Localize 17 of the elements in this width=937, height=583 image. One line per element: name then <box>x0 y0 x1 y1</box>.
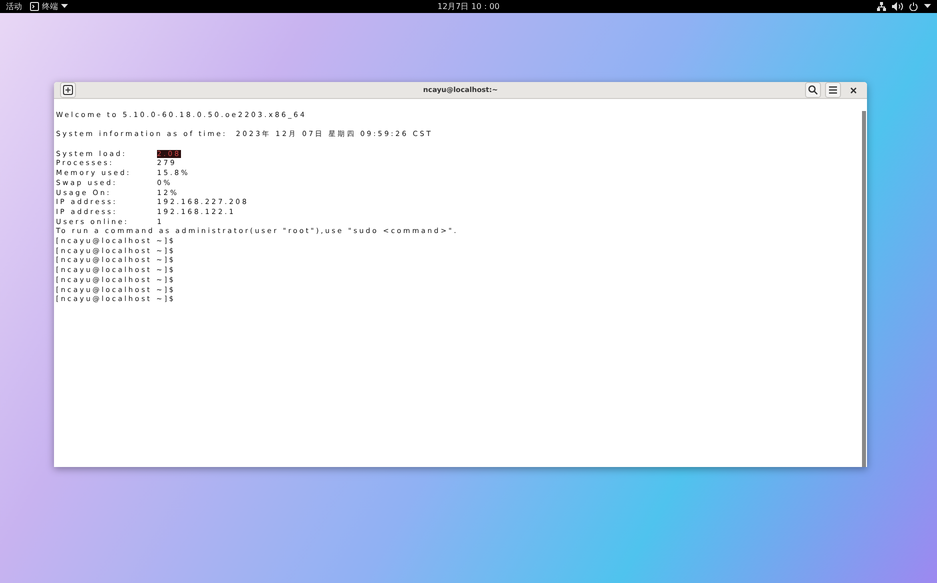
new-tab-button[interactable] <box>60 82 76 98</box>
app-menu[interactable]: 终端 <box>30 1 68 12</box>
network-icon[interactable] <box>877 2 886 11</box>
caret-icon <box>61 4 68 9</box>
activities-button[interactable]: 活动 <box>6 1 22 12</box>
power-icon[interactable] <box>909 2 918 11</box>
volume-icon[interactable] <box>892 2 903 11</box>
clock[interactable]: 12月7日 10：00 <box>437 1 500 12</box>
menu-button[interactable] <box>825 82 841 98</box>
plus-icon <box>63 85 73 95</box>
close-icon <box>850 86 856 94</box>
scrollbar[interactable] <box>862 111 866 467</box>
search-button[interactable] <box>805 82 821 98</box>
menu-icon <box>828 85 838 95</box>
caret-icon[interactable] <box>924 4 931 9</box>
terminal-icon <box>30 2 39 11</box>
search-icon <box>808 85 818 95</box>
